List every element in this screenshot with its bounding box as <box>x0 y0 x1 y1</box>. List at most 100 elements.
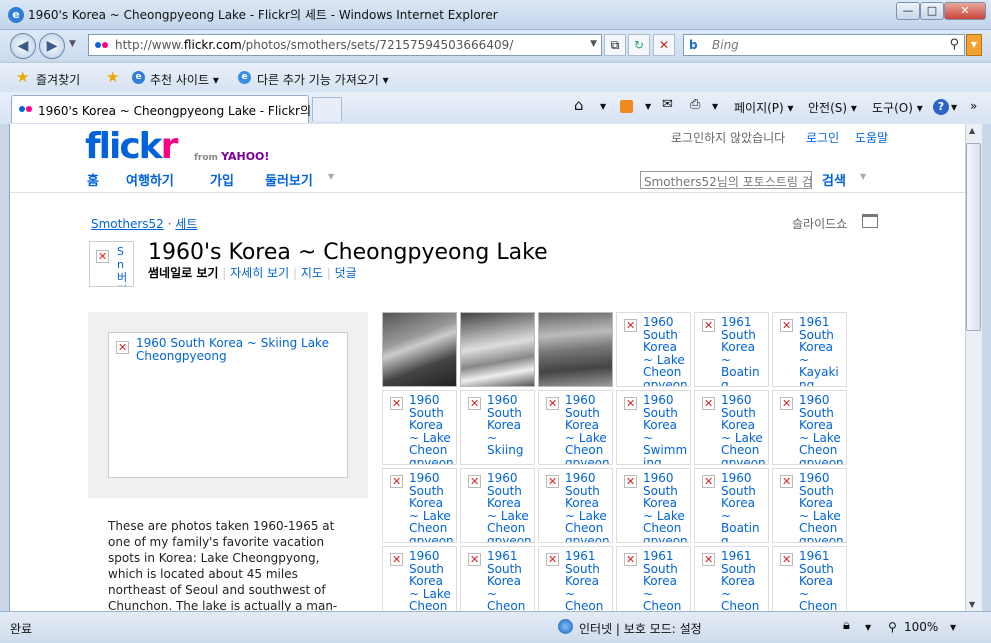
suggested-sites-link[interactable]: 추천 사이트 ▾ <box>150 71 219 88</box>
broken-image-icon <box>96 250 109 263</box>
photo-thumbnail[interactable]: 1960 South Korea ~ Lake Cheongpyeong <box>382 546 457 611</box>
new-tab-button[interactable] <box>312 97 342 121</box>
stop-icon[interactable]: ✕ <box>653 34 675 56</box>
photo-thumbnail[interactable] <box>538 312 613 387</box>
photo-thumbnail[interactable]: 1961 South Korea ~ Cheongpyeong <box>538 546 613 611</box>
tab-bar: 1960's Korea ~ Cheongpyeong Lake - Flick… <box>0 92 991 124</box>
mail-icon[interactable]: ✉ <box>662 97 673 112</box>
nav-home[interactable]: 홈 <box>87 170 99 189</box>
tab-flickr[interactable]: 1960's Korea ~ Cheongpyeong Lake - Flick… <box>11 95 326 123</box>
print-dropdown-icon[interactable]: ▼ <box>712 102 718 111</box>
primary-photo[interactable]: 1960 South Korea ~ Skiing Lake Cheongpye… <box>108 332 348 478</box>
rss-feed-icon[interactable] <box>620 100 633 113</box>
safety-menu[interactable]: 안전(S) ▾ <box>808 99 857 116</box>
more-commands-icon[interactable]: » <box>970 99 977 113</box>
scroll-up-icon[interactable]: ▲ <box>969 126 975 135</box>
add-favorites-icon[interactable]: ★ <box>106 68 119 86</box>
tools-menu[interactable]: 도구(O) ▾ <box>872 99 923 116</box>
photo-thumbnail[interactable]: 1960 South Korea ~ Lake Cheongpyeong <box>460 468 535 543</box>
buddy-icon[interactable]: Sn 버 디 <box>89 241 134 287</box>
view-detail-link[interactable]: 자세히 보기 <box>230 266 289 280</box>
flickr-search-button[interactable]: 검색 <box>822 170 846 189</box>
thumbnail-caption: 1961 South Korea ~ Kayaking <box>799 316 839 386</box>
view-comments-link[interactable]: 덧글 <box>335 266 357 280</box>
status-text: 완료 <box>10 622 33 636</box>
thumbnail-caption: 1961 South Korea ~ Cheongpyeong <box>721 550 760 611</box>
favorites-button[interactable]: 즐겨찾기 <box>36 71 80 88</box>
search-placeholder: Bing <box>712 38 739 52</box>
photo-thumbnail[interactable]: 1960 South Korea ~ Skiing <box>460 390 535 465</box>
protected-dropdown-icon[interactable]: ▼ <box>865 623 871 632</box>
zoom-dropdown-icon[interactable]: ▼ <box>950 623 956 632</box>
nav-browse-dropdown-icon[interactable]: ▼ <box>328 172 334 181</box>
photo-thumbnail[interactable]: 1961 South Korea ~ Cheongpyeong <box>772 546 847 611</box>
search-options-icon[interactable]: ▼ <box>966 34 982 56</box>
address-dropdown-icon[interactable]: ▼ <box>590 39 597 49</box>
page-menu[interactable]: 페이지(P) ▾ <box>734 99 794 116</box>
history-dropdown-icon[interactable]: ▼ <box>69 39 76 49</box>
sign-in-link[interactable]: 로그인 <box>806 129 839 146</box>
photo-thumbnail[interactable]: 1960 South Korea ~ Lake Cheongpyeong <box>616 468 691 543</box>
close-window-button[interactable]: ✕ <box>944 2 986 20</box>
tab-favicon-dot <box>26 106 32 112</box>
forward-button[interactable]: ▶ <box>39 33 65 59</box>
addons-icon: e <box>238 71 251 84</box>
slideshow-link[interactable]: 슬라이드쇼 <box>792 215 847 232</box>
minimize-button[interactable]: — <box>896 2 920 20</box>
view-sep-1: | <box>222 266 227 280</box>
compatibility-view-icon[interactable]: ⧉ <box>604 34 626 56</box>
slideshow-icon[interactable] <box>862 214 878 228</box>
photo-thumbnail[interactable]: 1960 South Korea ~ Swimming <box>616 390 691 465</box>
flickr-logo[interactable]: flickr <box>85 126 178 167</box>
photo-thumbnail[interactable]: 1960 South Korea ~ Lake Cheongpyeong <box>538 468 613 543</box>
photo-thumbnail[interactable]: 1961 South Korea ~ Kayaking <box>772 312 847 387</box>
nav-explore[interactable]: 여행하기 <box>126 170 174 189</box>
photo-thumbnail[interactable]: 1960 South Korea ~ Lake Cheongpyeong <box>616 312 691 387</box>
photo-thumbnail[interactable]: 1960 South Korea ~ Lake Cheongpyeong <box>772 468 847 543</box>
scrollbar-thumb[interactable] <box>966 143 981 331</box>
photo-thumbnail[interactable]: 1961 South Korea ~ Cheongpyeong <box>616 546 691 611</box>
broken-image-icon <box>780 319 793 332</box>
help-icon[interactable]: ? <box>933 99 949 115</box>
zoom-level[interactable]: 100% <box>904 620 938 634</box>
feed-dropdown-icon[interactable]: ▼ <box>645 102 651 111</box>
photo-thumbnail[interactable]: 1960 South Korea ~ Boating <box>694 468 769 543</box>
print-icon[interactable]: ⎙ <box>690 97 700 112</box>
search-icon[interactable]: ⚲ <box>949 37 959 52</box>
photo-thumbnail[interactable]: 1960 South Korea ~ Lake Cheongpyeong <box>538 390 613 465</box>
help-link[interactable]: 도움말 <box>855 129 888 146</box>
photo-thumbnail[interactable]: 1961 South Korea ~ Cheongpyeong <box>694 546 769 611</box>
broken-image-icon <box>546 397 559 410</box>
breadcrumb-user[interactable]: Smothers52 <box>91 217 164 231</box>
scroll-down-icon[interactable]: ▼ <box>969 600 975 609</box>
search-box[interactable]: b Bing ⚲ <box>683 34 965 56</box>
back-button[interactable]: ◀ <box>10 33 36 59</box>
address-bar[interactable]: http://www.flickr.com/photos/smothers/se… <box>88 34 602 56</box>
broken-image-icon <box>390 553 403 566</box>
zoom-icon[interactable]: ⚲ <box>888 620 897 634</box>
refresh-icon[interactable]: ↻ <box>628 34 650 56</box>
nav-browse[interactable]: 둘러보기 <box>265 170 313 189</box>
header-divider <box>10 192 965 193</box>
photo-thumbnail[interactable]: 1960 South Korea ~ Lake Cheongpyeong <box>694 390 769 465</box>
search-dropdown-icon[interactable]: ▼ <box>860 172 866 181</box>
breadcrumb-sets[interactable]: 세트 <box>175 217 197 231</box>
protected-mode-icon[interactable]: 🔒︎ <box>843 618 850 633</box>
get-more-addons-link[interactable]: 다른 추가 기능 가져오기 ▾ <box>257 71 389 88</box>
home-icon[interactable]: ⌂ <box>574 96 584 114</box>
maximize-button[interactable]: □ <box>920 2 944 20</box>
flickr-search-input[interactable]: Smothers52님의 포토스트림 검색 <box>640 171 812 189</box>
internet-zone-icon <box>558 619 573 634</box>
set-description: These are photos taken 1960-1965 at one … <box>108 519 338 611</box>
nav-signup[interactable]: 가입 <box>210 170 234 189</box>
view-map-link[interactable]: 지도 <box>301 266 323 280</box>
photo-thumbnail[interactable] <box>460 312 535 387</box>
photo-thumbnail[interactable] <box>382 312 457 387</box>
photo-thumbnail[interactable]: 1960 South Korea ~ Lake Cheongpyeong <box>772 390 847 465</box>
help-dropdown-icon[interactable]: ▼ <box>951 103 957 112</box>
photo-thumbnail[interactable]: 1960 South Korea ~ Lake Cheongpyeong <box>382 468 457 543</box>
photo-thumbnail[interactable]: 1961 South Korea ~ Boating <box>694 312 769 387</box>
photo-thumbnail[interactable]: 1961 South Korea ~ Cheongpyeong <box>460 546 535 611</box>
home-dropdown-icon[interactable]: ▼ <box>600 102 606 111</box>
photo-thumbnail[interactable]: 1960 South Korea ~ Lake Cheongpyeong <box>382 390 457 465</box>
